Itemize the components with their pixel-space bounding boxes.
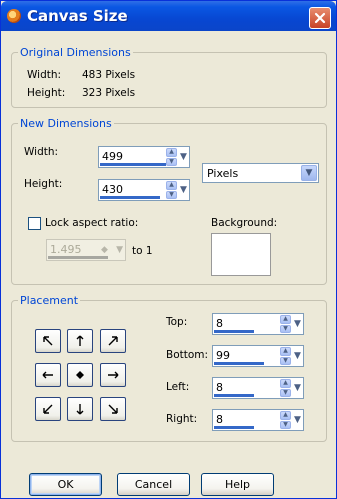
spin-up-icon[interactable]: ▲: [280, 315, 291, 324]
spin-up-icon[interactable]: ▲: [280, 379, 291, 388]
spin-down-icon[interactable]: ▼: [280, 356, 291, 365]
background-label: Background:: [211, 217, 278, 229]
left-offset-slider-bar[interactable]: [214, 394, 254, 397]
spin-buttons: ▲ ▼: [166, 181, 177, 199]
arrow-down-right-icon: [108, 404, 118, 414]
canvas-size-dialog: Canvas Size Original Dimensions Width: 4…: [0, 0, 337, 499]
lock-aspect-label: Lock aspect ratio:: [45, 217, 139, 229]
chevron-down-icon[interactable]: ▼: [292, 315, 303, 333]
original-height-label: Height:: [27, 87, 66, 99]
placement-label: Placement: [18, 294, 81, 307]
spin-buttons: ▲ ▼: [166, 148, 177, 166]
aspect-ratio-value: 1.495: [50, 243, 82, 256]
spin-buttons: ▲ ▼: [280, 411, 291, 429]
original-width-value: 483 Pixels: [82, 69, 136, 81]
aspect-ratio-arrows: ◆ ▼: [101, 245, 123, 255]
to-one-label: to 1: [132, 245, 153, 257]
bottom-offset-slider-bar[interactable]: [214, 362, 264, 365]
left-offset-label: Left:: [166, 381, 190, 393]
top-offset-label: Top:: [166, 316, 188, 328]
dialog-title: Canvas Size: [27, 7, 128, 25]
units-selected: Pixels: [207, 167, 239, 180]
spin-buttons: ▲ ▼: [280, 315, 291, 333]
aspect-ratio-spinner: 1.495 ◆ ▼: [46, 239, 126, 261]
cancel-button[interactable]: Cancel: [117, 473, 190, 496]
chevron-down-icon[interactable]: ▼: [301, 165, 317, 181]
top-offset-value: 8: [216, 317, 223, 330]
background-color-swatch[interactable]: [211, 233, 271, 276]
bottom-offset-label: Bottom:: [166, 349, 209, 361]
left-offset-spinner[interactable]: 8 ▲ ▼ ▼: [212, 377, 304, 399]
chevron-down-icon[interactable]: ▼: [292, 379, 303, 397]
units-select[interactable]: Pixels ▼: [202, 163, 319, 183]
close-icon: [314, 12, 326, 24]
original-width-label: Width:: [27, 69, 62, 81]
chevron-down-icon[interactable]: ▼: [178, 181, 189, 199]
paint-palette-icon: [7, 9, 21, 23]
spin-down-icon[interactable]: ▼: [280, 420, 291, 429]
spin-down-icon[interactable]: ▼: [280, 388, 291, 397]
anchor-bottom-button[interactable]: [67, 397, 93, 421]
top-offset-spinner[interactable]: 8 ▲ ▼ ▼: [212, 313, 304, 335]
new-width-slider-bar[interactable]: [100, 163, 166, 166]
spin-up-icon[interactable]: ▲: [166, 181, 177, 190]
ok-button[interactable]: OK: [29, 473, 102, 496]
new-height-spinner[interactable]: 430 ▲ ▼ ▼: [98, 179, 190, 201]
bottom-offset-spinner[interactable]: 99 ▲ ▼ ▼: [212, 345, 304, 367]
chevron-down-icon[interactable]: ▼: [292, 347, 303, 365]
chevron-down-icon[interactable]: ▼: [178, 148, 189, 166]
arrow-right-icon: [108, 371, 119, 379]
anchor-center-button[interactable]: [67, 363, 93, 387]
new-dimensions-label: New Dimensions: [18, 117, 114, 130]
anchor-left-button[interactable]: [35, 363, 61, 387]
spin-down-icon[interactable]: ▼: [166, 157, 177, 166]
anchor-right-button[interactable]: [100, 363, 126, 387]
close-button[interactable]: [309, 7, 331, 29]
anchor-bottom-right-button[interactable]: [100, 397, 126, 421]
bottom-offset-value: 99: [216, 349, 230, 362]
right-offset-value: 8: [216, 413, 223, 426]
anchor-bottom-left-button[interactable]: [35, 397, 61, 421]
spin-buttons: ▲ ▼: [280, 379, 291, 397]
new-width-value: 499: [102, 150, 123, 163]
arrow-down-left-icon: [43, 404, 53, 414]
right-offset-spinner[interactable]: 8 ▲ ▼ ▼: [212, 409, 304, 431]
title-bar[interactable]: Canvas Size: [1, 1, 336, 31]
arrow-left-icon: [42, 371, 53, 379]
spin-up-icon[interactable]: ▲: [166, 148, 177, 157]
spin-up-icon[interactable]: ▲: [280, 411, 291, 420]
spin-buttons: ▲ ▼: [280, 347, 291, 365]
center-dot-icon: [76, 371, 84, 379]
arrow-up-left-icon: [43, 336, 53, 346]
new-height-slider-bar[interactable]: [100, 196, 160, 199]
right-offset-slider-bar[interactable]: [214, 426, 254, 429]
new-height-value: 430: [102, 183, 123, 196]
aspect-ratio-bar: [48, 256, 108, 259]
anchor-top-left-button[interactable]: [35, 329, 61, 353]
original-height-value: 323 Pixels: [82, 87, 136, 99]
arrow-up-icon: [76, 335, 84, 346]
top-offset-slider-bar[interactable]: [214, 330, 254, 333]
new-height-label: Height:: [24, 178, 63, 190]
arrow-down-icon: [76, 404, 84, 415]
spin-down-icon[interactable]: ▼: [280, 324, 291, 333]
spin-down-icon[interactable]: ▼: [166, 190, 177, 199]
help-button[interactable]: Help: [201, 473, 274, 496]
chevron-down-icon[interactable]: ▼: [292, 411, 303, 429]
right-offset-label: Right:: [166, 413, 198, 425]
anchor-top-button[interactable]: [67, 329, 93, 353]
left-offset-value: 8: [216, 381, 223, 394]
arrow-up-right-icon: [108, 336, 118, 346]
spin-up-icon[interactable]: ▲: [280, 347, 291, 356]
lock-aspect-checkbox[interactable]: [28, 217, 41, 230]
anchor-top-right-button[interactable]: [100, 329, 126, 353]
new-width-spinner[interactable]: 499 ▲ ▼ ▼: [98, 146, 190, 168]
new-width-label: Width:: [24, 146, 59, 158]
original-dimensions-label: Original Dimensions: [18, 46, 133, 59]
